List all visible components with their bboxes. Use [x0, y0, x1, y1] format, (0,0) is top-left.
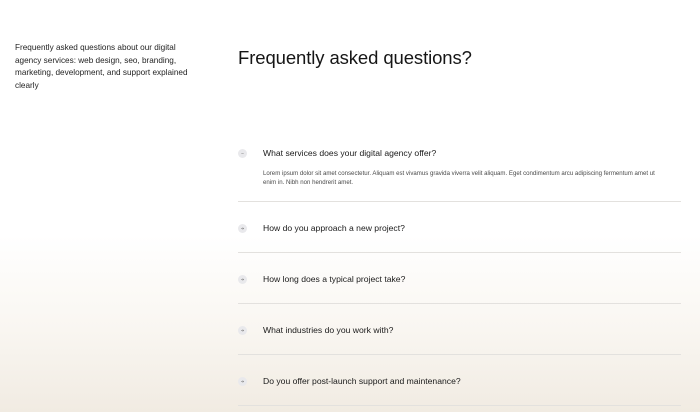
arrow-right-icon — [238, 275, 247, 284]
faq-question: What industries do you work with? — [263, 325, 394, 335]
intro-text: Frequently asked questions about our dig… — [15, 43, 188, 90]
faq-question: Do you offer post-launch support and mai… — [263, 376, 461, 386]
faq-list: What services does your digital agency o… — [238, 126, 681, 406]
faq-question: What services does your digital agency o… — [263, 148, 437, 158]
minus-icon — [238, 149, 247, 158]
faq-question: How long does a typical project take? — [263, 274, 406, 284]
faq-question: How do you approach a new project? — [263, 223, 405, 233]
faq-item-timeline[interactable]: How long does a typical project take? — [238, 253, 681, 304]
faq-title: Frequently asked questions? — [238, 47, 472, 68]
faq-section: Frequently asked questions? What service… — [238, 46, 681, 406]
faq-item-approach[interactable]: How do you approach a new project? — [238, 202, 681, 253]
faq-item-industries[interactable]: What industries do you work with? — [238, 304, 681, 355]
faq-answer: Lorem ipsum dolor sit amet consectetur. … — [263, 170, 655, 187]
arrow-right-icon — [238, 224, 247, 233]
faq-item-support[interactable]: Do you offer post-launch support and mai… — [238, 355, 681, 406]
arrow-right-icon — [238, 377, 247, 386]
faq-item-services[interactable]: What services does your digital agency o… — [238, 126, 681, 202]
arrow-right-icon — [238, 326, 247, 335]
